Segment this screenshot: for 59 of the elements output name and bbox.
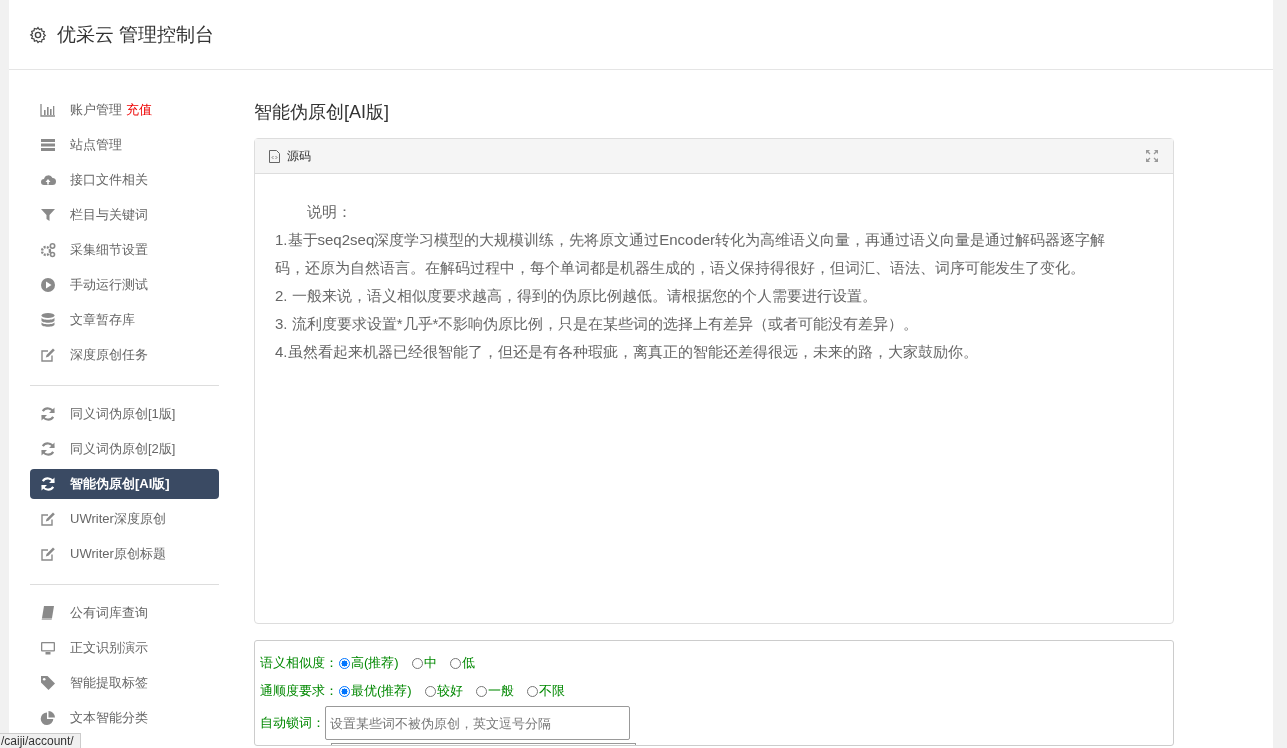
radio-button[interactable] — [339, 685, 350, 697]
tag-icon — [40, 675, 56, 691]
refresh-icon — [40, 441, 56, 457]
panel-title: 源码 — [287, 147, 312, 165]
bar-chart-icon — [40, 102, 56, 118]
refresh-icon — [40, 406, 56, 422]
description-paragraph: 3. 流利度要求设置*几乎*不影响伪原比例，只是在某些词的选择上有差异（或者可能没有差异）。 — [275, 314, 920, 334]
edit-icon — [40, 546, 56, 562]
sidebar-item[interactable]: 接口文件相关 — [30, 165, 219, 195]
description-paragraph: 2. 一般来说，语义相似度要求越高，得到的伪原比例越低。请根据您的个人需要进行设置。 — [275, 286, 878, 306]
book-icon — [40, 605, 56, 621]
radio-label[interactable]: 不限 — [538, 682, 565, 700]
sidebar-item[interactable]: 同义词伪原创[2版] — [30, 434, 219, 464]
lock-words-field[interactable]: 设置某些词不被伪原创，英文逗号分隔 — [325, 706, 630, 740]
description-heading: 说明： — [306, 202, 353, 222]
sidebar-item[interactable]: 手动运行测试 — [30, 270, 219, 300]
server-icon — [40, 137, 56, 153]
fullscreen-icon[interactable] — [1145, 149, 1159, 163]
edit-icon — [40, 511, 56, 527]
refresh-icon — [40, 476, 56, 492]
pie-chart-icon — [40, 710, 56, 726]
field-label: 语义相似度： — [260, 654, 338, 672]
sidebar-item[interactable]: 智能提取标签 — [30, 668, 219, 698]
radio-label[interactable]: 低 — [461, 654, 475, 672]
app-title: 优采云 管理控制台 — [57, 22, 215, 47]
radio-button[interactable] — [339, 657, 350, 669]
page-title: 智能伪原创[AI版] — [254, 101, 390, 124]
radio-label[interactable]: 最优(推荐) — [351, 682, 412, 700]
sidebar-item[interactable]: 深度原创任务 — [30, 340, 219, 370]
status-url-tooltip: /caiji/account/ — [0, 733, 81, 748]
description-paragraph: 1.基于seq2seq深度学习模型的大规模训练，先将原文通过Encoder转化为高维语义向量，再通过语义向量是通过解码器逐字解码，还原为自然语言。在解码过程中，每个单词都是机器生成的，语义保持得很好，但词汇、语法、词序可能发生了变化。 — [275, 230, 1107, 278]
sidebar-item[interactable]: 文本智能分类 — [30, 703, 219, 733]
database-icon — [40, 312, 56, 328]
radio-label[interactable]: 一般 — [487, 682, 514, 700]
field-label: 通顺度要求： — [260, 682, 338, 700]
radio-label[interactable]: 中 — [423, 654, 437, 672]
field-label: 自动锁词： — [260, 714, 325, 732]
file-code-icon — [269, 149, 280, 163]
play-icon — [40, 277, 56, 293]
filter-icon — [40, 207, 56, 223]
cloud-upload-icon — [40, 172, 56, 188]
description-paragraph: 4.虽然看起来机器已经很智能了，但还是有各种瑕疵，离真正的智能还差得很远，未来的路，大家鼓励你。 — [275, 342, 979, 362]
sidebar-item[interactable]: 公有词库查询 — [30, 598, 219, 628]
edit-icon — [40, 347, 56, 363]
sidebar-item[interactable]: 同义词伪原创[1版] — [30, 399, 219, 429]
sidebar-item[interactable]: 智能伪原创[AI版] — [30, 469, 219, 499]
radio-label[interactable]: 高(推荐) — [351, 654, 399, 672]
radio-label[interactable]: 较好 — [436, 682, 463, 700]
settings-icon[interactable] — [29, 25, 47, 44]
sidebar-item[interactable]: 栏目与关键词 — [30, 200, 219, 230]
sidebar-item[interactable]: UWriter深度原创 — [30, 504, 219, 534]
sidebar-label: 账户管理 — [70, 101, 122, 119]
monitor-icon — [40, 640, 56, 656]
sidebar-item[interactable]: 文章暂存库 — [30, 305, 219, 335]
sidebar-item[interactable]: UWriter原创标题 — [30, 539, 219, 569]
recharge-link[interactable]: 充值 — [126, 101, 152, 119]
sidebar-item[interactable]: 采集细节设置 — [30, 235, 219, 265]
sidebar-item[interactable]: 站点管理 — [30, 130, 219, 160]
sidebar-item[interactable]: 正文识别演示 — [30, 633, 219, 663]
